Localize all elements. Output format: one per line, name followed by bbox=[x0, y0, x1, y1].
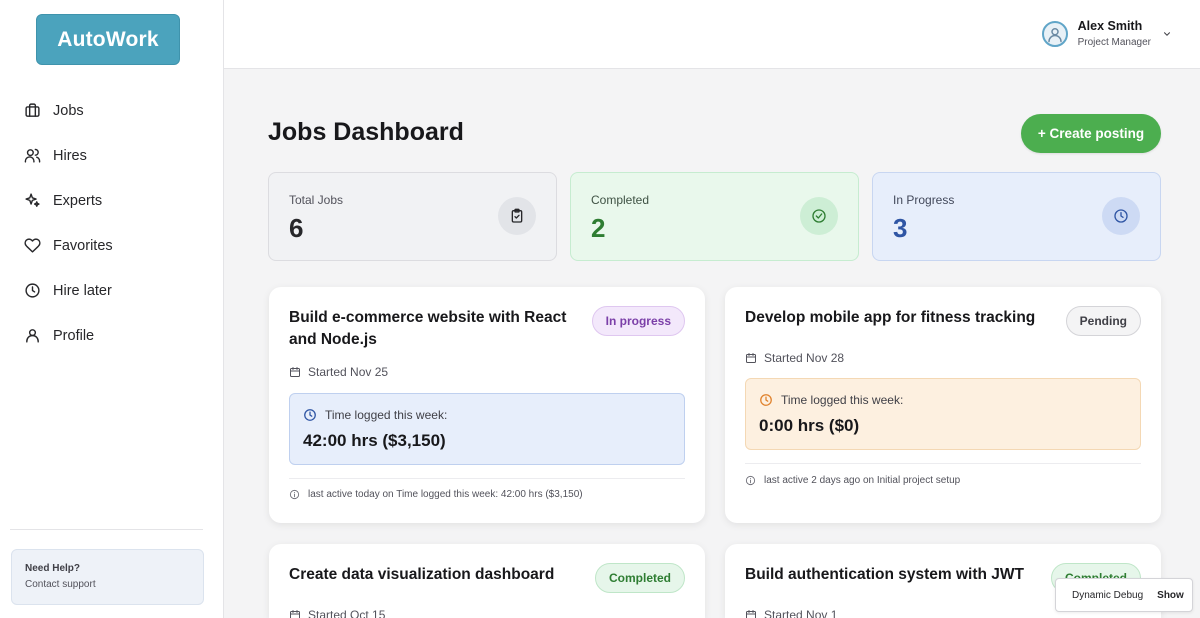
stat-label: Total Jobs bbox=[289, 193, 344, 207]
job-started-text: Started Nov 28 bbox=[764, 351, 845, 365]
topbar: Alex Smith Project Manager bbox=[224, 0, 1200, 69]
stat-card-completed: Completed 2 bbox=[570, 172, 859, 261]
help-box[interactable]: Need Help? Contact support bbox=[11, 549, 204, 605]
time-logged-box: Time logged this week: 0:00 hrs ($0) bbox=[745, 378, 1141, 450]
time-logged-label: Time logged this week: bbox=[759, 393, 1127, 407]
help-title: Need Help? bbox=[25, 563, 81, 574]
job-title[interactable]: Build authentication system with JWT bbox=[745, 564, 1045, 586]
calendar-icon bbox=[745, 352, 757, 364]
time-logged-value: 42:00 hrs ($3,150) bbox=[303, 431, 446, 450]
sidebar-item-label: Favorites bbox=[53, 237, 113, 254]
calendar-icon bbox=[289, 366, 301, 378]
time-logged-box: Time logged this week: 42:00 hrs ($3,150… bbox=[289, 393, 685, 465]
debug-panel: Dynamic Debug Show bbox=[1055, 578, 1193, 612]
sparkles-icon bbox=[24, 192, 41, 209]
sidebar-item-label: Hires bbox=[53, 147, 87, 164]
sidebar-item-label: Jobs bbox=[53, 102, 84, 119]
chevron-down-icon[interactable] bbox=[1162, 29, 1172, 39]
contact-support-link[interactable]: Contact support bbox=[25, 579, 190, 590]
user-name: Alex Smith bbox=[1077, 19, 1143, 33]
status-badge: Pending bbox=[1065, 306, 1141, 336]
job-title[interactable]: Create data visualization dashboard bbox=[289, 564, 589, 586]
user-menu[interactable]: Alex Smith Project Manager bbox=[1041, 19, 1172, 48]
job-started-text: Started Nov 25 bbox=[308, 365, 389, 379]
users-icon bbox=[24, 147, 41, 164]
stat-label: Completed bbox=[591, 193, 650, 207]
job-started-text: Started Oct 15 bbox=[308, 608, 386, 618]
last-active: last active 2 days ago on Initial projec… bbox=[745, 475, 960, 486]
sidebar-divider bbox=[10, 529, 203, 530]
page-title: Jobs Dashboard bbox=[268, 118, 464, 146]
time-logged-label-text: Time logged this week: bbox=[781, 393, 904, 407]
clipboard-check-icon bbox=[498, 197, 536, 235]
create-posting-button[interactable]: + Create posting bbox=[1021, 114, 1161, 153]
job-card[interactable]: Build e-commerce website with React and … bbox=[269, 287, 705, 523]
avatar[interactable] bbox=[1041, 20, 1068, 47]
info-icon bbox=[289, 489, 300, 500]
sidebar-item-label: Hire later bbox=[53, 282, 112, 299]
debug-show-button[interactable]: Show bbox=[1157, 590, 1184, 601]
briefcase-icon bbox=[24, 102, 41, 119]
time-logged-label: Time logged this week: bbox=[303, 408, 671, 422]
job-started: Started Oct 15 bbox=[289, 608, 385, 618]
stat-label: In Progress bbox=[893, 193, 955, 207]
stat-card-total-jobs: Total Jobs 6 bbox=[268, 172, 557, 261]
calendar-icon bbox=[289, 609, 301, 618]
info-icon bbox=[745, 475, 756, 486]
clock-icon bbox=[1102, 197, 1140, 235]
sidebar-item-jobs[interactable]: Jobs bbox=[0, 88, 224, 133]
app-logo[interactable]: AutoWork bbox=[36, 14, 180, 65]
clock-icon bbox=[759, 393, 773, 407]
debug-label: Dynamic Debug bbox=[1072, 589, 1144, 601]
calendar-icon bbox=[745, 609, 757, 618]
sidebar-item-hires[interactable]: Hires bbox=[0, 133, 224, 178]
last-active-text: last active 2 days ago on Initial projec… bbox=[764, 475, 961, 486]
time-logged-label-text: Time logged this week: bbox=[325, 408, 448, 422]
user-role: Project Manager bbox=[1077, 37, 1151, 48]
heart-icon bbox=[24, 237, 41, 254]
job-started: Started Nov 25 bbox=[289, 365, 388, 379]
clock-icon bbox=[303, 408, 317, 422]
sidebar-nav: Jobs Hires Experts Favorites Hire later bbox=[0, 88, 224, 358]
job-card[interactable]: Develop mobile app for fitness tracking … bbox=[725, 287, 1161, 523]
card-divider bbox=[745, 463, 1141, 464]
sidebar-item-hire-later[interactable]: Hire later bbox=[0, 268, 224, 313]
sidebar-item-profile[interactable]: Profile bbox=[0, 313, 224, 358]
sidebar-item-label: Profile bbox=[53, 327, 95, 344]
stat-card-in-progress: In Progress 3 bbox=[872, 172, 1161, 261]
job-title[interactable]: Develop mobile app for fitness tracking bbox=[745, 307, 1045, 329]
job-started: Started Nov 28 bbox=[745, 351, 844, 365]
sidebar: AutoWork Jobs Hires Experts Favorites Hi… bbox=[0, 0, 224, 618]
job-started-text: Started Nov 1 bbox=[764, 608, 838, 618]
job-title[interactable]: Build e-commerce website with React and … bbox=[289, 307, 589, 351]
card-divider bbox=[289, 478, 685, 479]
job-card[interactable]: Create data visualization dashboard Comp… bbox=[269, 544, 705, 618]
sidebar-item-favorites[interactable]: Favorites bbox=[0, 223, 224, 268]
sidebar-item-experts[interactable]: Experts bbox=[0, 178, 224, 223]
time-logged-value: 0:00 hrs ($0) bbox=[759, 416, 860, 435]
status-badge: In progress bbox=[591, 306, 685, 336]
check-circle-icon bbox=[800, 197, 838, 235]
job-started: Started Nov 1 bbox=[745, 608, 837, 618]
sidebar-item-label: Experts bbox=[53, 192, 103, 209]
status-badge: Completed bbox=[594, 563, 685, 593]
user-icon bbox=[24, 327, 41, 344]
user-info: Alex Smith Project Manager bbox=[1078, 19, 1151, 48]
clock-icon bbox=[24, 282, 41, 299]
last-active-text: last active today on Time logged this we… bbox=[308, 489, 583, 500]
last-active: last active today on Time logged this we… bbox=[289, 489, 583, 500]
